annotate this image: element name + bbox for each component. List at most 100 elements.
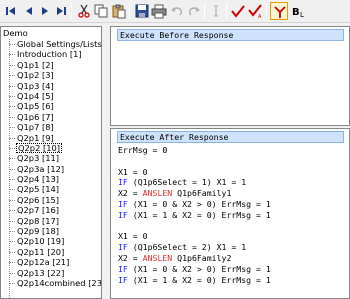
code-keyword: IF — [118, 274, 128, 285]
tree-item-label: Q2p6 [15] — [17, 194, 60, 205]
svg-text:A: A — [258, 14, 262, 20]
code-line: IF (X1 = 0 & X2 > 0) ErrMsg = 1 — [118, 199, 344, 210]
tree-items: Global Settings/Lists Introduction [1] Q1p… — [1, 39, 101, 288]
check-all-icon[interactable]: A — [247, 2, 265, 20]
tree-item[interactable]: Q2p9 [18] — [1, 226, 101, 236]
code-line: IF (X1 = 1 & X2 = 0) ErrMsg = 1 — [118, 275, 344, 286]
code-text: (Q1p6Select = 2) X1 = 1 — [127, 242, 247, 253]
last-record-icon[interactable] — [52, 2, 70, 20]
execute-after-panel[interactable]: Execute After Response ErrMsg = 0 X1 = 0… — [110, 128, 350, 299]
tree-item[interactable]: Q1p5 [6] — [1, 101, 101, 111]
code-line: IF (X1 = 1 & X2 = 0) ErrMsg = 1 — [118, 210, 344, 221]
code-keyword: IF — [118, 263, 128, 274]
code-text: X1 = 0 — [118, 166, 148, 177]
toolbar: A BL — [0, 0, 350, 23]
tree-root-label[interactable]: Demo — [3, 28, 28, 39]
code-keyword: IF — [118, 209, 128, 220]
tree-item[interactable]: Q2p2 [10] — [1, 142, 101, 154]
execute-after-code[interactable]: ErrMsg = 0 X1 = 0 IF (Q1p6Select = 1) X1 … — [118, 145, 344, 285]
tree-item-label: Q2p11 [20] — [17, 246, 65, 257]
tree-item-label: Introduction [1] — [17, 49, 82, 60]
tree-item-label: Q2p12a [21] — [17, 257, 70, 268]
tree-item[interactable]: Q2p7 [16] — [1, 205, 101, 215]
tree-item[interactable]: Q1p7 [8] — [1, 122, 101, 132]
tree-item[interactable]: Q2p3a [12] — [1, 164, 101, 174]
tree-item[interactable]: Q2p11 [20] — [1, 247, 101, 257]
code-line: IF (Q1p6Select = 1) X1 = 1 — [118, 177, 344, 188]
tree-item-label: Q2p4 [13] — [17, 174, 60, 185]
bl-text-icon[interactable]: BL — [290, 2, 308, 20]
tree-item[interactable]: Global Settings/Lists — [1, 39, 101, 49]
tree-item-label: Q2p7 [16] — [17, 205, 60, 216]
tree-item[interactable]: Introduction [1] — [1, 49, 101, 59]
tree-item[interactable]: Q1p3 [4] — [1, 81, 101, 91]
tree-item-label: Q1p2 [3] — [17, 70, 54, 81]
code-keyword: IF — [118, 198, 128, 209]
tree-item-label: Q1p1 [2] — [17, 59, 54, 70]
tree-item[interactable]: Q2p8 [17] — [1, 216, 101, 226]
cut-icon[interactable] — [75, 2, 93, 20]
code-line: X1 = 0 — [118, 231, 344, 242]
tree-item[interactable]: Q1p4 [5] — [1, 91, 101, 101]
tree-item[interactable]: Q2p6 [15] — [1, 195, 101, 205]
tree-item[interactable]: Q2p12a [21] — [1, 257, 101, 267]
paste-icon[interactable] — [110, 2, 128, 20]
code-text: X1 = 0 — [118, 231, 148, 242]
tree-item[interactable]: Q1p2 [3] — [1, 70, 101, 80]
tree-item-label: Q2p13 [22] — [17, 267, 65, 278]
execute-before-panel[interactable]: Execute Before Response — [110, 26, 350, 126]
code-line: X1 = 0 — [118, 167, 344, 178]
svg-text:L: L — [300, 11, 304, 19]
tree-item[interactable]: Q1p1 [2] — [1, 60, 101, 70]
check-icon[interactable] — [229, 2, 247, 20]
code-text: (X1 = 0 & X2 > 0) ErrMsg = 1 — [127, 198, 271, 209]
panel-splitter[interactable] — [102, 26, 110, 299]
tree-item[interactable]: Q2p10 [19] — [1, 236, 101, 246]
code-line: IF (Q1p6Select = 2) X1 = 1 — [118, 242, 344, 253]
tree-item-label: Q1p3 [4] — [17, 80, 54, 91]
tree-item[interactable]: Q2p5 [14] — [1, 184, 101, 194]
code-line: ErrMsg = 0 — [118, 145, 344, 156]
tree-item-label: Q1p5 [6] — [17, 101, 54, 112]
tree-item-label: Q2p1 [9] — [17, 132, 54, 143]
tree-item[interactable]: Q2p3 [11] — [1, 153, 101, 163]
tree-item-label: Q1p6 [7] — [17, 111, 54, 122]
tree-item-label: Q1p7 [8] — [17, 122, 54, 133]
code-line: X2 = ANSLEN Q1p6Family1 — [118, 188, 344, 199]
tree-item-label: Global Settings/Lists — [17, 39, 102, 49]
copy-icon[interactable] — [92, 2, 110, 20]
undo-icon[interactable] — [168, 2, 186, 20]
first-record-icon[interactable] — [2, 2, 20, 20]
code-text: ErrMsg = 0 — [118, 145, 168, 155]
code-keyword: IF — [118, 242, 128, 253]
redo-icon[interactable] — [185, 2, 203, 20]
tree-item[interactable]: Q2p1 [9] — [1, 133, 101, 143]
tree-item-label: Q2p14combined [23] — [17, 277, 102, 288]
code-text: (X1 = 1 & X2 = 0) ErrMsg = 1 — [127, 274, 271, 285]
execute-before-header: Execute Before Response — [117, 29, 344, 41]
question-tree[interactable]: Demo Global Settings/Lists Introduction [… — [0, 26, 102, 299]
code-text: (Q1p6Select = 1) X1 = 1 — [127, 177, 247, 188]
tree-item-label: Q2p3 [11] — [17, 153, 60, 164]
execute-after-header: Execute After Response — [117, 131, 344, 143]
code-text: (X1 = 0 & X2 > 0) ErrMsg = 1 — [127, 263, 271, 274]
code-function: ANSLEN — [142, 252, 173, 263]
print-icon[interactable] — [150, 2, 168, 20]
save-icon[interactable] — [133, 2, 151, 20]
code-text: X2 = — [118, 252, 143, 263]
tree-item-label: Q2p8 [17] — [17, 215, 60, 226]
code-text: (X1 = 1 & X2 = 0) ErrMsg = 1 — [127, 209, 271, 220]
tree-item-label: Q1p4 [5] — [17, 90, 54, 101]
tree-item-label: Q2p10 [19] — [17, 236, 65, 247]
code-keyword: IF — [118, 177, 128, 188]
text-cursor-icon[interactable] — [207, 2, 225, 20]
tree-item[interactable]: Q2p13 [22] — [1, 268, 101, 278]
tree-item[interactable]: Q2p4 [13] — [1, 174, 101, 184]
tree-item-label: Q2p9 [18] — [17, 226, 60, 237]
branching-icon[interactable] — [270, 2, 288, 20]
tree-item[interactable]: Q1p6 [7] — [1, 112, 101, 122]
tree-item[interactable]: Q2p14combined [23] — [1, 278, 101, 288]
code-text: Q1p6Family2 — [172, 252, 232, 263]
svg-text:B: B — [292, 7, 300, 18]
